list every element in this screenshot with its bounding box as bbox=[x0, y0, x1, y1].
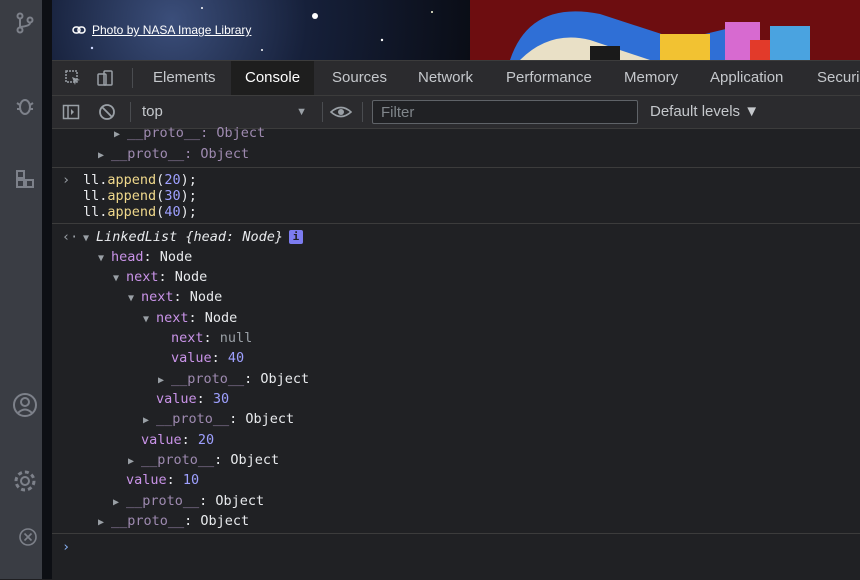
toolbar-separator bbox=[130, 102, 131, 122]
close-circle-icon[interactable] bbox=[18, 527, 38, 547]
console-tree-row[interactable]: ▼ head: Node bbox=[98, 248, 192, 266]
console-output: ▶ __proto__: Object ▶ __proto__: Object › … bbox=[52, 125, 860, 580]
tab-sources[interactable]: Sources bbox=[318, 61, 401, 95]
abstract-art-image bbox=[470, 0, 860, 60]
settings-gear-icon[interactable] bbox=[12, 468, 38, 494]
tab-security[interactable]: Securi bbox=[803, 61, 860, 95]
link-icon bbox=[72, 26, 86, 34]
source-control-icon[interactable] bbox=[14, 12, 36, 34]
info-icon[interactable]: i bbox=[288, 230, 303, 244]
inspect-element-icon[interactable] bbox=[64, 69, 82, 87]
tab-console[interactable]: Console bbox=[231, 61, 315, 95]
expand-triangle-icon: ▶ bbox=[143, 415, 150, 426]
webpage-viewport: Photo by NASA Image Library bbox=[52, 0, 860, 60]
tab-performance[interactable]: Performance bbox=[492, 61, 606, 95]
tab-network[interactable]: Network bbox=[404, 61, 487, 95]
debug-icon[interactable] bbox=[14, 95, 36, 117]
entry-divider bbox=[52, 533, 860, 534]
photo-credit-text: Photo by NASA Image Library bbox=[92, 23, 252, 37]
console-tree-row[interactable]: ▶ __proto__: Object bbox=[98, 512, 249, 530]
input-prompt-icon: › bbox=[62, 172, 71, 188]
console-tree-row[interactable]: ▶ __proto__: Object bbox=[98, 145, 249, 163]
left-sidebar-strip bbox=[0, 0, 42, 579]
extensions-icon[interactable] bbox=[14, 168, 36, 190]
expand-triangle-icon: ▶ bbox=[128, 456, 135, 467]
console-tree-row[interactable]: ▼ next: Node bbox=[128, 288, 222, 306]
console-tree-row[interactable]: ▶ __proto__: Object bbox=[114, 124, 265, 142]
context-value: top bbox=[142, 103, 163, 120]
collapse-triangle-icon: ▼ bbox=[128, 293, 135, 304]
tab-application[interactable]: Application bbox=[696, 61, 797, 95]
devtools-tab-bar: Elements Console Sources Network Perform… bbox=[52, 61, 860, 96]
console-prompt-input[interactable]: › bbox=[62, 538, 852, 556]
console-tree-row[interactable]: ▶ __proto__: Object bbox=[113, 492, 264, 510]
console-tree-row[interactable]: ▶ __proto__: Object bbox=[143, 410, 294, 428]
clear-console-icon[interactable] bbox=[98, 103, 116, 121]
console-tree-row[interactable]: ▼ next: Node bbox=[113, 268, 207, 286]
eye-icon[interactable] bbox=[330, 103, 352, 121]
entry-divider bbox=[52, 223, 860, 224]
expand-triangle-icon: ▶ bbox=[158, 375, 165, 386]
tab-separator bbox=[132, 68, 133, 88]
expand-triangle-icon: ▶ bbox=[98, 150, 105, 161]
console-tree-row: value: 10 bbox=[126, 472, 200, 488]
show-sidebar-icon[interactable] bbox=[62, 103, 80, 121]
console-tree-row[interactable]: ▶ __proto__: Object bbox=[158, 370, 309, 388]
log-levels-dropdown[interactable]: Default levels ▼ bbox=[650, 102, 759, 122]
result-root-row[interactable]: ▼ LinkedList {head: Node} i bbox=[83, 228, 303, 246]
expand-triangle-icon: ▶ bbox=[114, 129, 121, 140]
collapse-triangle-icon: ▼ bbox=[83, 233, 90, 244]
prompt-chevron-icon: › bbox=[62, 539, 71, 555]
collapse-triangle-icon: ▼ bbox=[98, 253, 105, 264]
tab-elements[interactable]: Elements bbox=[139, 61, 230, 95]
console-tree-row: value: 20 bbox=[141, 432, 215, 448]
console-input-line: ll.append(40); bbox=[83, 204, 197, 220]
art-shapes bbox=[510, 11, 810, 60]
console-tree-row[interactable]: ▼ next: Node bbox=[143, 309, 237, 327]
device-toolbar-icon[interactable] bbox=[96, 69, 114, 87]
filter-input[interactable] bbox=[372, 100, 638, 124]
collapse-triangle-icon: ▼ bbox=[143, 314, 150, 325]
expand-triangle-icon: ▶ bbox=[113, 497, 120, 508]
context-selector[interactable]: top ▼ bbox=[142, 102, 307, 122]
expand-triangle-icon: ▶ bbox=[98, 517, 105, 528]
devtools-panel: Elements Console Sources Network Perform… bbox=[52, 60, 860, 580]
dropdown-arrow-icon: ▼ bbox=[296, 106, 307, 118]
collapse-triangle-icon: ▼ bbox=[113, 273, 120, 284]
result-arrow-icon: ‹· bbox=[62, 229, 79, 245]
toolbar-separator bbox=[362, 102, 363, 122]
tab-memory[interactable]: Memory bbox=[610, 61, 692, 95]
console-tree-row[interactable]: ▶ __proto__: Object bbox=[128, 451, 279, 469]
toolbar-separator bbox=[322, 102, 323, 122]
page-edge-strip bbox=[42, 0, 52, 579]
photo-credit-link[interactable]: Photo by NASA Image Library bbox=[72, 23, 251, 37]
space-background-image: Photo by NASA Image Library bbox=[52, 0, 470, 60]
console-tree-row: value: 30 bbox=[156, 391, 230, 407]
entry-divider bbox=[52, 167, 860, 168]
console-tree-row: next: null bbox=[171, 330, 253, 346]
console-tree-row: value: 40 bbox=[171, 350, 245, 366]
account-icon[interactable] bbox=[12, 392, 38, 418]
